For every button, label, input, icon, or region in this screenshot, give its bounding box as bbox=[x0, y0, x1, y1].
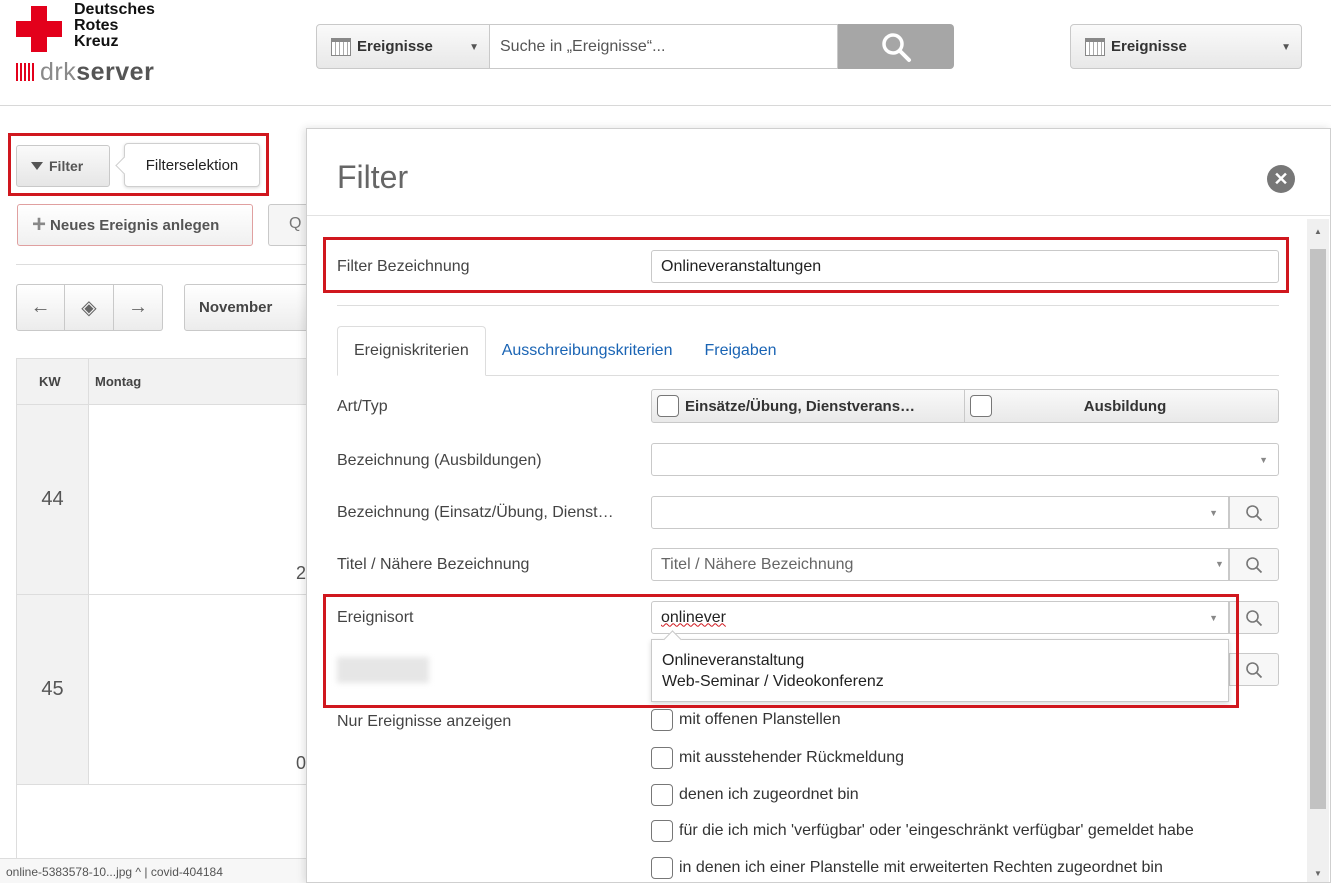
target-icon[interactable]: ◈ bbox=[65, 284, 114, 331]
chevron-down-icon: ▼ bbox=[1209, 508, 1218, 518]
plus-icon: + bbox=[32, 211, 47, 238]
next-arrow-icon[interactable]: → bbox=[114, 284, 163, 331]
bezeichnung-einsatz-label: Bezeichnung (Einsatz/Übung, Dienst… bbox=[337, 504, 614, 521]
search-icon bbox=[1246, 504, 1263, 521]
checkbox[interactable] bbox=[651, 784, 673, 806]
bezeichnung-ausbildungen-label: Bezeichnung (Ausbildungen) bbox=[337, 452, 542, 469]
week-number: 45 bbox=[17, 595, 89, 784]
checkbox[interactable] bbox=[657, 395, 679, 417]
day-cell[interactable]: 0 bbox=[89, 595, 308, 784]
checkbox[interactable] bbox=[651, 857, 673, 879]
tab-ereigniskriterien[interactable]: Ereigniskriterien bbox=[337, 326, 486, 376]
titel-input[interactable]: Titel / Nähere Bezeichnung bbox=[651, 548, 1229, 581]
search-button[interactable] bbox=[1229, 548, 1279, 581]
new-event-button[interactable]: + Neues Ereignis anlegen bbox=[17, 204, 253, 246]
checkbox-verfuegbar[interactable]: für die ich mich 'verfügbar' oder 'einge… bbox=[651, 820, 1194, 842]
close-icon[interactable]: ✕ bbox=[1267, 165, 1295, 193]
divider bbox=[307, 215, 1330, 216]
calendar-icon bbox=[1085, 37, 1105, 56]
highlight-box bbox=[8, 133, 269, 196]
checkbox[interactable] bbox=[651, 747, 673, 769]
checkbox-ausstehende-rueckmeldung[interactable]: mit ausstehender Rückmeldung bbox=[651, 747, 904, 769]
calendar-icon bbox=[331, 37, 351, 56]
bezeichnung-ausbildungen-select[interactable]: ▼ bbox=[651, 443, 1279, 476]
month-select[interactable]: November bbox=[184, 284, 314, 331]
checkbox[interactable] bbox=[651, 709, 673, 731]
calendar-header: KW Montag bbox=[17, 358, 308, 405]
scrollbar-thumb[interactable] bbox=[1310, 249, 1326, 809]
nur-ereignisse-label: Nur Ereignisse anzeigen bbox=[337, 713, 512, 730]
filter-tabs: Ereigniskriterien Ausschreibungskriterie… bbox=[337, 326, 1279, 376]
day-cell[interactable]: 2 bbox=[89, 405, 308, 594]
scrollbar[interactable]: ▲ ▼ bbox=[1307, 219, 1329, 882]
toggle-einsaetze[interactable]: Einsätze/Übung, Dienstverans… bbox=[651, 389, 965, 423]
scroll-down-icon[interactable]: ▼ bbox=[1314, 869, 1322, 878]
table-row: 45 0 bbox=[17, 595, 308, 785]
highlight-box bbox=[323, 237, 1289, 293]
modal-title: Filter bbox=[337, 159, 409, 195]
tab-freigaben[interactable]: Freigaben bbox=[688, 326, 792, 376]
art-typ-toggle: Einsätze/Übung, Dienstverans… Ausbildung bbox=[651, 389, 1279, 423]
checkbox-zugeordnet[interactable]: denen ich zugeordnet bin bbox=[651, 784, 859, 806]
divider bbox=[337, 305, 1279, 306]
toggle-ausbildung[interactable]: Ausbildung bbox=[965, 389, 1279, 423]
checkbox[interactable] bbox=[970, 395, 992, 417]
search-icon bbox=[1246, 556, 1263, 573]
search-group: Ereignisse ▼ Suche in „Ereignisse“... bbox=[316, 24, 954, 69]
context-select[interactable]: Ereignisse ▼ bbox=[1070, 24, 1302, 69]
search-icon bbox=[1246, 661, 1263, 678]
calendar-table: KW Montag 44 2 45 0 bbox=[16, 358, 308, 883]
download-bar: online-5383578-10...jpg ^ | covid-404184 bbox=[0, 858, 306, 883]
art-typ-label: Art/Typ bbox=[337, 398, 388, 415]
search-icon[interactable]: Q bbox=[268, 204, 308, 246]
chevron-down-icon: ▼ bbox=[1281, 42, 1291, 53]
search-button[interactable] bbox=[838, 24, 954, 69]
checkbox-offene-planstellen[interactable]: mit offenen Planstellen bbox=[651, 709, 841, 731]
titel-label: Titel / Nähere Bezeichnung bbox=[337, 556, 530, 573]
checkbox[interactable] bbox=[651, 820, 673, 842]
table-row: 44 2 bbox=[17, 405, 308, 595]
logo-bars-icon bbox=[16, 63, 36, 81]
filter-modal: Filter ✕ ▲ ▼ Filter Bezeichnung Onlineve… bbox=[306, 128, 1331, 883]
app-header: Deutsches Rotes Kreuz drkserver Ereignis… bbox=[0, 0, 1331, 106]
chevron-down-icon: ▼ bbox=[1259, 455, 1268, 465]
search-icon bbox=[1246, 609, 1263, 626]
search-scope-select[interactable]: Ereignisse ▼ bbox=[316, 24, 490, 69]
highlight-box bbox=[323, 594, 1239, 708]
prev-arrow-icon[interactable]: ← bbox=[16, 284, 65, 331]
scroll-up-icon[interactable]: ▲ bbox=[1314, 227, 1322, 236]
search-icon bbox=[882, 32, 911, 62]
red-cross-logo-icon bbox=[16, 6, 62, 52]
checkbox-erweiterte-rechte[interactable]: in denen ich einer Planstelle mit erweit… bbox=[651, 857, 1163, 879]
logo-text: Deutsches Rotes Kreuz bbox=[74, 1, 155, 50]
week-number: 44 bbox=[17, 405, 89, 594]
calendar-nav: ← ◈ → bbox=[16, 284, 163, 331]
search-input[interactable]: Suche in „Ereignisse“... bbox=[490, 24, 838, 69]
bezeichnung-einsatz-select[interactable]: ▼ bbox=[651, 496, 1229, 529]
divider bbox=[16, 264, 306, 265]
search-button[interactable] bbox=[1229, 496, 1279, 529]
tab-ausschreibungskriterien[interactable]: Ausschreibungskriterien bbox=[486, 326, 689, 376]
chevron-down-icon: ▼ bbox=[1215, 559, 1224, 569]
drkserver-logo: drkserver bbox=[16, 58, 154, 87]
chevron-down-icon: ▼ bbox=[469, 42, 479, 53]
